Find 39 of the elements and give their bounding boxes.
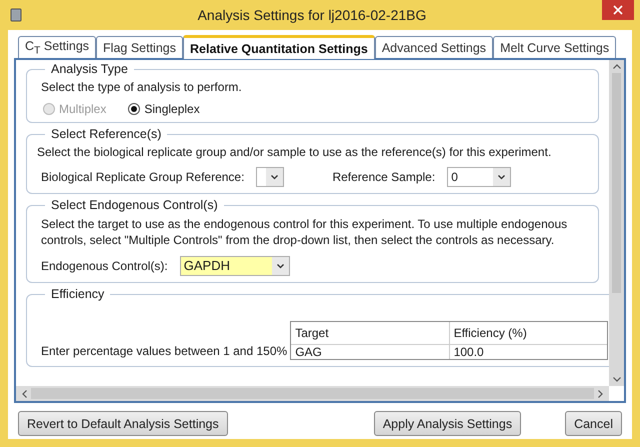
column-header: Target [291, 322, 449, 345]
field-label: Biological Replicate Group Reference: [41, 170, 244, 184]
caret-icon [498, 174, 506, 180]
table-cell[interactable]: 100.0 [448, 345, 608, 359]
window-title: Analysis Settings for lj2016-02-21BG [196, 7, 428, 23]
dialog-button[interactable]: Revert to Default Analysis Settings [18, 411, 228, 436]
sample-dropdown[interactable]: 0 [447, 167, 512, 187]
group-title: Select Reference(s) [50, 127, 162, 141]
description-text: Select the target to use as the endogenous control for this experiment. To use multiple endogenous controls, select "Multiple Controls" from the drop-down list, then select the controls as necessary. [41, 216, 568, 248]
table-cell[interactable]: GAG [291, 345, 449, 359]
vertical-scrollbar[interactable] [609, 60, 624, 386]
field-label: Endogenous Control(s): [41, 259, 168, 273]
group-title: Efficiency [50, 287, 106, 301]
group-title: Analysis Type [50, 62, 129, 76]
tab[interactable]: Flag Settings [96, 36, 183, 58]
radio-label: Multiplex [59, 102, 106, 116]
radio-circle[interactable] [128, 103, 140, 115]
description-text: Select the type of analysis to perform. [41, 80, 243, 94]
tab[interactable]: Melt Curve Settings [493, 36, 616, 58]
instruction-text: Enter percentage values between 1 and 150% [41, 344, 288, 358]
group-dropdown[interactable] [256, 167, 284, 187]
radio-label: Singleplex [144, 102, 200, 116]
tab[interactable]: C$_{T}$ Settings [18, 36, 96, 58]
field-label: Reference Sample: [332, 170, 436, 184]
app-icon [10, 8, 22, 22]
tab[interactable]: Advanced Settings [374, 36, 494, 58]
dialog-button[interactable]: Apply Analysis Settings [374, 411, 522, 436]
close-icon [613, 5, 623, 15]
horizontal-scrollbar[interactable] [16, 386, 609, 401]
dialog-button[interactable]: Cancel [565, 411, 622, 436]
tab[interactable]: Relative Quantitation Settings [183, 35, 375, 59]
caret-icon [271, 174, 278, 180]
column-header: Efficiency (%) [448, 322, 608, 345]
control-dropdown[interactable]: GAPDH [180, 256, 290, 276]
close-button[interactable] [602, 0, 634, 20]
caret-icon [276, 264, 284, 268]
group-title: Select Endogenous Control(s) [50, 198, 219, 212]
radio-option[interactable]: Singleplex [128, 102, 200, 116]
description-text: Select the biological replicate group and/or sample to use as the reference(s) for this experiment. [37, 145, 552, 159]
